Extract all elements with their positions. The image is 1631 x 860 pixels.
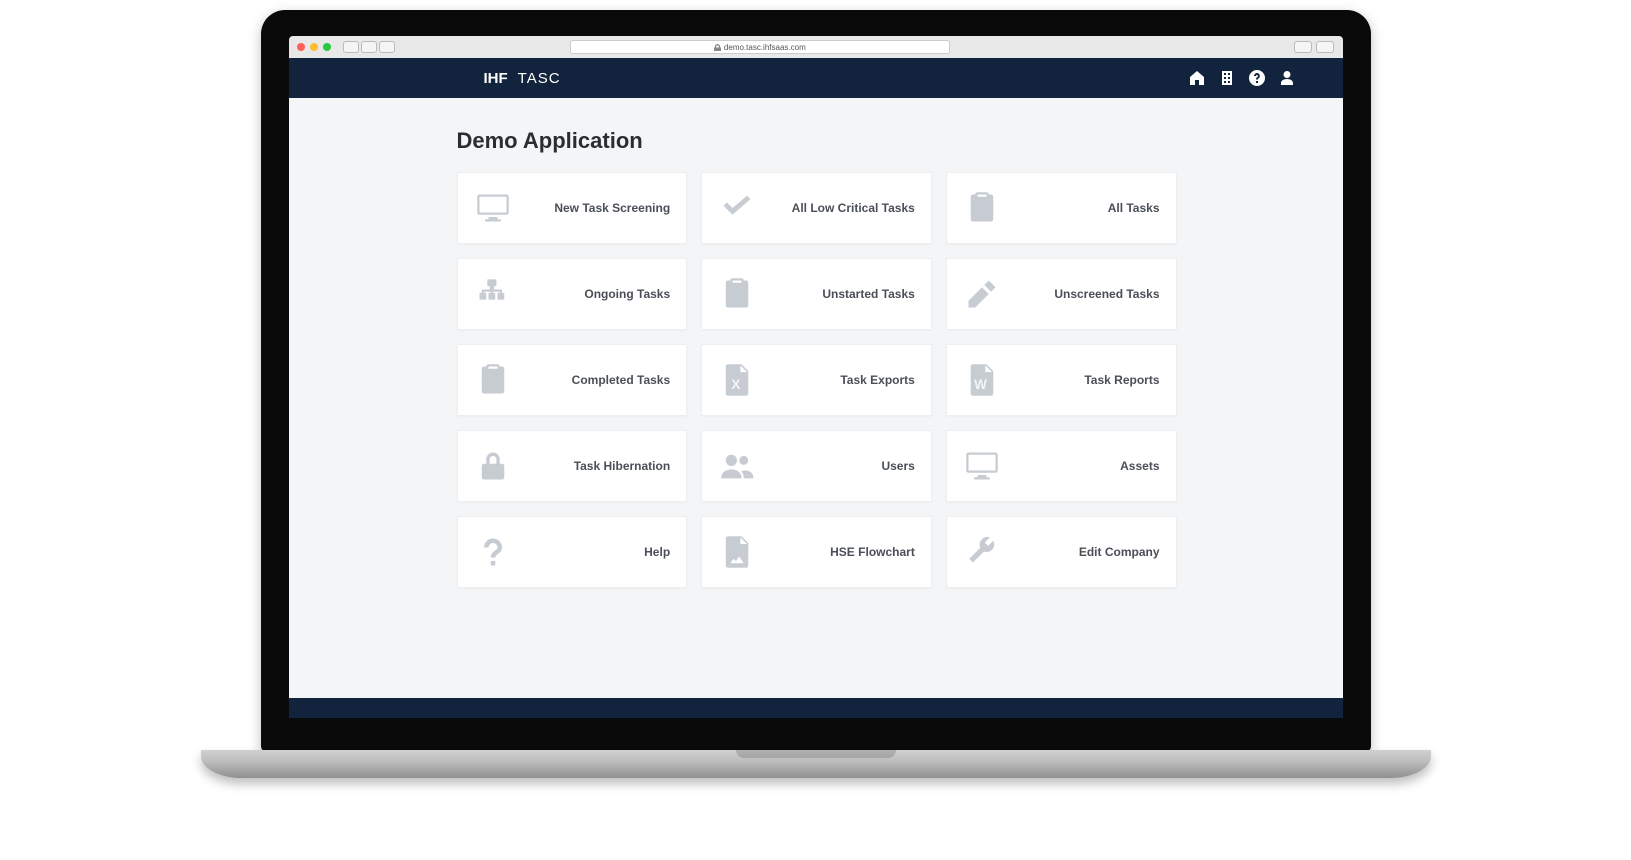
app-window: IHF TASC Demo Application New T xyxy=(289,58,1343,718)
card-label: HSE Flowchart xyxy=(762,545,915,559)
sitemap-icon xyxy=(475,276,511,312)
minimize-window-button[interactable] xyxy=(310,43,318,51)
card-unstarted-tasks[interactable]: Unstarted Tasks xyxy=(701,258,932,330)
app-name: TASC xyxy=(518,70,561,87)
home-button[interactable] xyxy=(1189,70,1205,86)
brand: IHF TASC xyxy=(484,70,561,87)
laptop-bezel: demo.tasc.ihfsaas.com IHF TASC xyxy=(261,10,1371,752)
card-label: All Low Critical Tasks xyxy=(762,201,915,215)
file-image-icon xyxy=(719,534,755,570)
question-icon xyxy=(475,534,511,570)
card-ongoing-tasks[interactable]: Ongoing Tasks xyxy=(457,258,688,330)
address-bar[interactable]: demo.tasc.ihfsaas.com xyxy=(570,40,950,54)
laptop-base xyxy=(201,750,1431,778)
card-task-exports[interactable]: X Task Exports xyxy=(701,344,932,416)
card-task-hibernation[interactable]: Task Hibernation xyxy=(457,430,688,502)
account-button[interactable] xyxy=(1279,70,1295,86)
card-completed-tasks[interactable]: Completed Tasks xyxy=(457,344,688,416)
sidebar-button[interactable] xyxy=(379,41,395,53)
pencil-icon xyxy=(964,276,1000,312)
logo-icon: IHF xyxy=(484,70,508,87)
card-task-reports[interactable]: W Task Reports xyxy=(946,344,1177,416)
window-controls xyxy=(297,43,331,51)
company-button[interactable] xyxy=(1219,70,1235,86)
share-button[interactable] xyxy=(1294,41,1312,53)
card-label: Completed Tasks xyxy=(518,373,671,387)
page-title: Demo Application xyxy=(457,128,1177,154)
check-icon xyxy=(719,190,755,226)
help-icon xyxy=(1249,70,1265,86)
header-actions xyxy=(1189,70,1295,86)
monitor-icon xyxy=(475,190,511,226)
card-label: Help xyxy=(518,545,671,559)
card-label: Assets xyxy=(1007,459,1160,473)
clipboard-list-icon xyxy=(964,190,1000,226)
card-new-task-screening[interactable]: New Task Screening xyxy=(457,172,688,244)
svg-text:W: W xyxy=(974,377,987,392)
user-icon xyxy=(1279,70,1295,86)
back-button[interactable] xyxy=(343,41,359,53)
card-assets[interactable]: Assets xyxy=(946,430,1177,502)
card-all-low-critical-tasks[interactable]: All Low Critical Tasks xyxy=(701,172,932,244)
browser-toolbar: demo.tasc.ihfsaas.com xyxy=(289,36,1343,58)
file-excel-icon: X xyxy=(719,362,755,398)
browser-right-controls xyxy=(1294,41,1334,53)
building-icon xyxy=(1219,70,1235,86)
home-icon xyxy=(1189,70,1205,86)
users-icon xyxy=(719,448,755,484)
clipboard-check-icon xyxy=(475,362,511,398)
laptop-mockup: demo.tasc.ihfsaas.com IHF TASC xyxy=(261,10,1371,778)
url-text: demo.tasc.ihfsaas.com xyxy=(724,43,806,52)
nav-buttons xyxy=(343,41,395,53)
tabs-button[interactable] xyxy=(1316,41,1334,53)
card-label: Task Exports xyxy=(762,373,915,387)
content-area: Demo Application New Task Screening All … xyxy=(289,98,1343,698)
monitor-icon xyxy=(964,448,1000,484)
file-word-icon: W xyxy=(964,362,1000,398)
app-footer xyxy=(289,698,1343,718)
card-label: Users xyxy=(762,459,915,473)
card-help[interactable]: Help xyxy=(457,516,688,588)
card-label: Edit Company xyxy=(1007,545,1160,559)
card-hse-flowchart[interactable]: HSE Flowchart xyxy=(701,516,932,588)
card-users[interactable]: Users xyxy=(701,430,932,502)
maximize-window-button[interactable] xyxy=(323,43,331,51)
card-all-tasks[interactable]: All Tasks xyxy=(946,172,1177,244)
card-label: New Task Screening xyxy=(518,201,671,215)
padlock-icon xyxy=(714,44,721,51)
card-label: Unstarted Tasks xyxy=(762,287,915,301)
card-label: Ongoing Tasks xyxy=(518,287,671,301)
card-label: Task Reports xyxy=(1007,373,1160,387)
help-button[interactable] xyxy=(1249,70,1265,86)
card-label: All Tasks xyxy=(1007,201,1160,215)
forward-button[interactable] xyxy=(361,41,377,53)
svg-text:X: X xyxy=(732,377,741,392)
card-edit-company[interactable]: Edit Company xyxy=(946,516,1177,588)
clipboard-icon xyxy=(719,276,755,312)
card-label: Unscreened Tasks xyxy=(1007,287,1160,301)
close-window-button[interactable] xyxy=(297,43,305,51)
app-header: IHF TASC xyxy=(289,58,1343,98)
wrench-icon xyxy=(964,534,1000,570)
card-label: Task Hibernation xyxy=(518,459,671,473)
card-unscreened-tasks[interactable]: Unscreened Tasks xyxy=(946,258,1177,330)
dashboard-grid: New Task Screening All Low Critical Task… xyxy=(457,172,1177,588)
lock-icon xyxy=(475,448,511,484)
